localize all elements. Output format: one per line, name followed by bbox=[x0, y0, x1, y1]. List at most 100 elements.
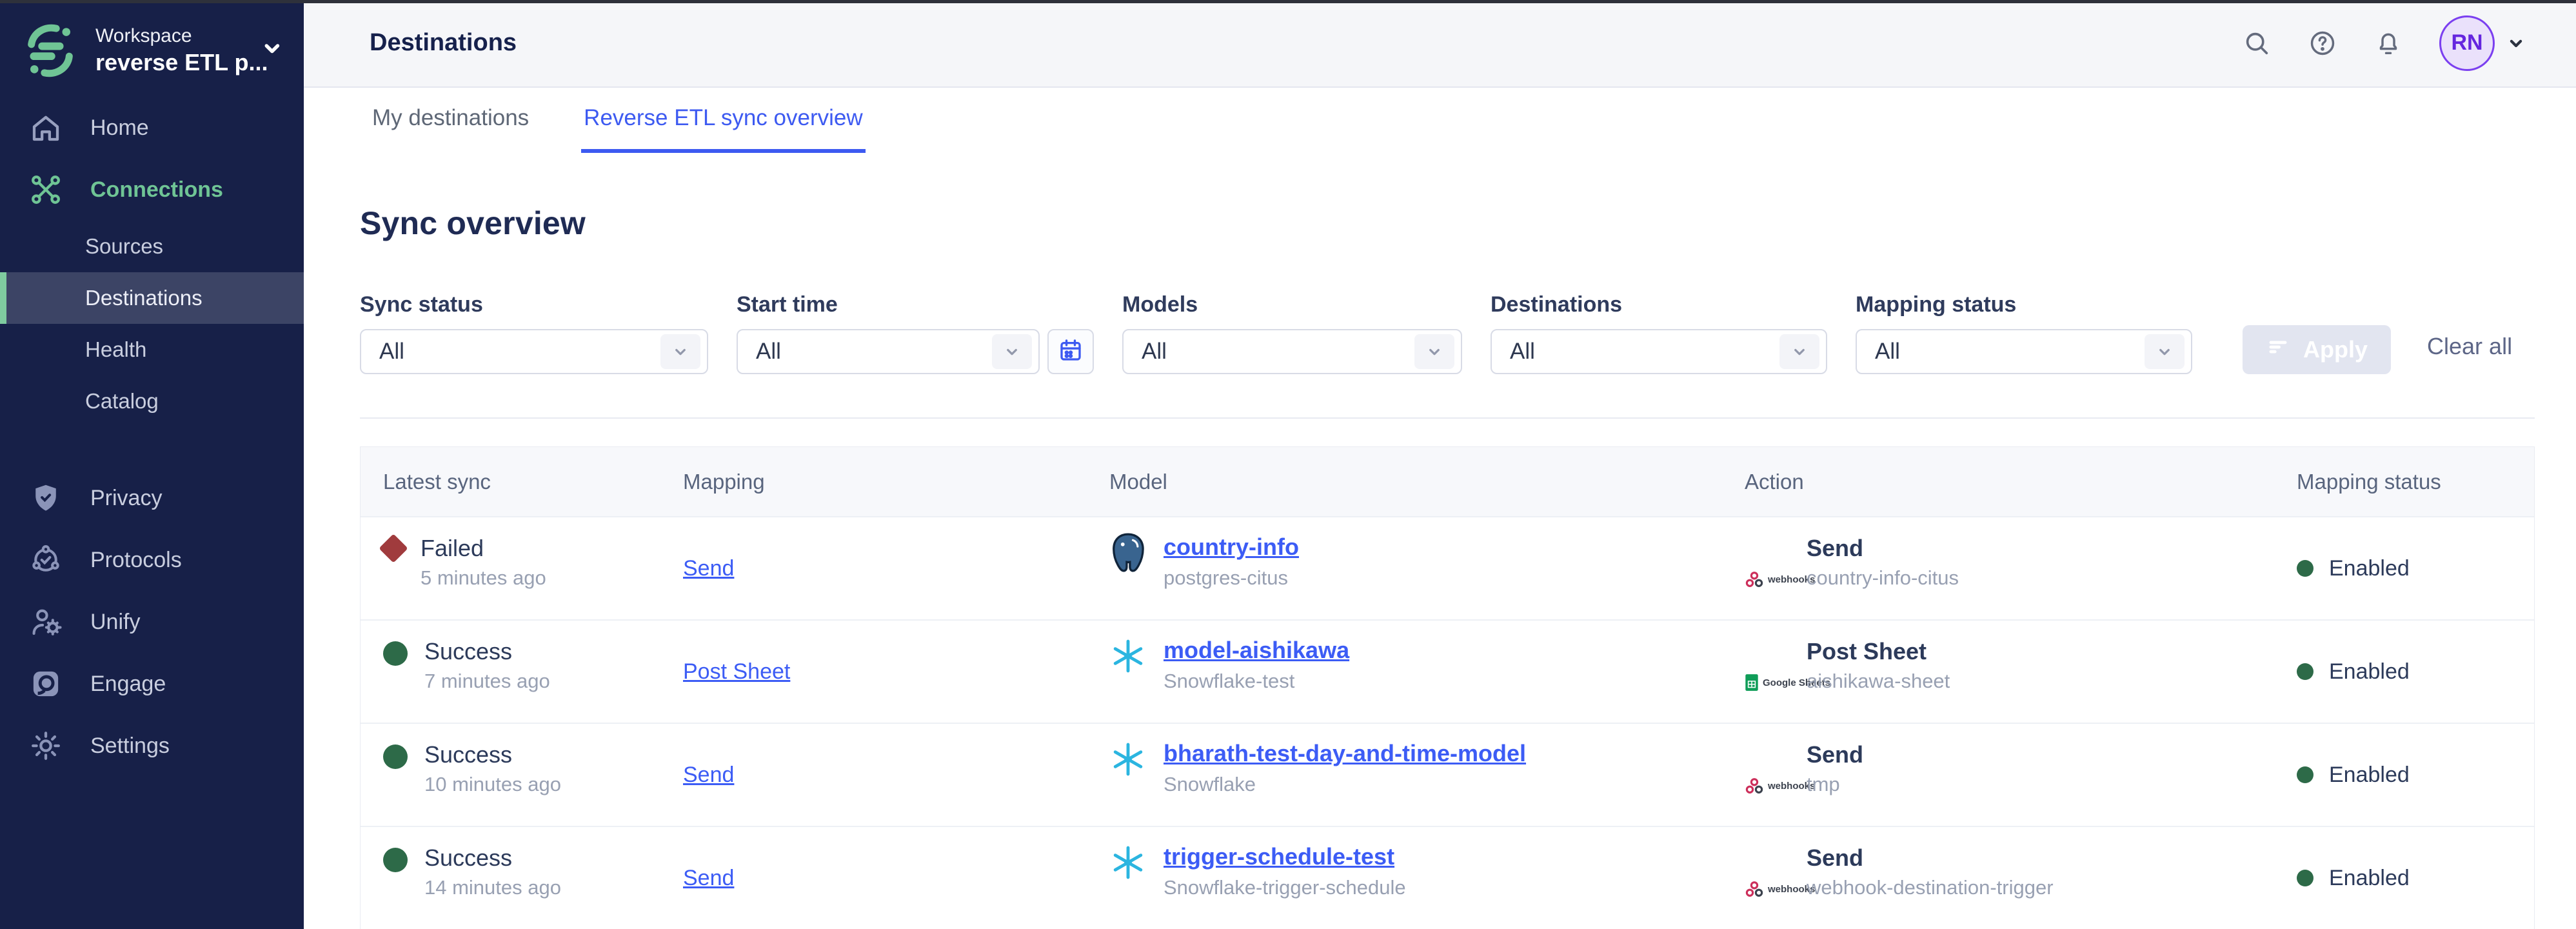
table-row: Success 10 minutes ago Send bharath-test… bbox=[361, 723, 2534, 826]
model-source: Snowflake-test bbox=[1164, 670, 1349, 693]
column-header: Mapping bbox=[660, 470, 1087, 494]
action-title: Send bbox=[1807, 534, 1959, 563]
models-select[interactable]: All bbox=[1122, 329, 1462, 374]
sidebar-item-label: Engage bbox=[90, 672, 166, 697]
sync-time: 14 minutes ago bbox=[424, 876, 561, 899]
start-time-select[interactable]: All bbox=[737, 329, 1040, 374]
sidebar-item-protocols[interactable]: Protocols bbox=[0, 529, 304, 591]
bell-icon[interactable] bbox=[2373, 28, 2403, 58]
sync-status-text: Failed bbox=[421, 534, 546, 563]
workspace-switcher[interactable]: Workspace reverse ETL p... bbox=[0, 0, 304, 94]
sync-time: 10 minutes ago bbox=[424, 773, 561, 796]
apply-button[interactable]: Apply bbox=[2243, 325, 2391, 374]
sidebar-item-label: Destinations bbox=[85, 286, 203, 310]
section-divider bbox=[360, 417, 2535, 419]
help-icon[interactable] bbox=[2308, 28, 2337, 58]
sidebar-item-unify[interactable]: Unify bbox=[0, 591, 304, 653]
webhooks-logo: webhooks bbox=[1745, 746, 1807, 826]
sidebar: Workspace reverse ETL p... Home bbox=[0, 0, 304, 929]
protocols-icon bbox=[28, 543, 63, 577]
chevron-down-icon bbox=[1414, 334, 1454, 369]
webhooks-logo: webhooks bbox=[1745, 849, 1807, 929]
mapping-link[interactable]: Send bbox=[683, 763, 734, 788]
action-destination: aishikawa-sheet bbox=[1807, 670, 1950, 693]
model-link[interactable]: bharath-test-day-and-time-model bbox=[1164, 740, 1526, 766]
filter-icon bbox=[2266, 335, 2290, 365]
sidebar-item-label: Unify bbox=[90, 610, 140, 635]
action-destination: tmp bbox=[1807, 773, 1863, 796]
sync-status-select[interactable]: All bbox=[360, 329, 708, 374]
mapping-link[interactable]: Post Sheet bbox=[683, 659, 790, 684]
sidebar-item-label: Health bbox=[85, 337, 146, 362]
sidebar-item-engage[interactable]: Engage bbox=[0, 653, 304, 715]
success-status-icon bbox=[383, 641, 408, 666]
snowflake-icon bbox=[1109, 841, 1147, 884]
action-title: Post Sheet bbox=[1807, 637, 1950, 666]
connections-icon bbox=[28, 172, 63, 207]
model-link[interactable]: trigger-schedule-test bbox=[1164, 843, 1394, 870]
home-icon bbox=[28, 110, 63, 145]
calendar-button[interactable] bbox=[1047, 329, 1094, 374]
sidebar-item-label: Connections bbox=[90, 177, 223, 203]
model-link[interactable]: model-aishikawa bbox=[1164, 637, 1349, 663]
sidebar-item-health[interactable]: Health bbox=[0, 324, 304, 375]
chevron-down-icon bbox=[1779, 334, 1819, 369]
sidebar-item-label: Settings bbox=[90, 734, 170, 759]
snowflake-icon bbox=[1109, 738, 1147, 781]
mapping-link[interactable]: Send bbox=[683, 866, 734, 891]
chevron-down-icon bbox=[260, 36, 284, 65]
workspace-label: Workspace bbox=[95, 24, 243, 48]
top-bar: Destinations RN bbox=[304, 0, 2576, 88]
table-header-row: Latest sync Mapping Model Action Mapping… bbox=[361, 447, 2534, 516]
calendar-icon bbox=[1057, 337, 1084, 367]
sync-time: 7 minutes ago bbox=[424, 670, 550, 693]
sidebar-item-destinations[interactable]: Destinations bbox=[0, 272, 304, 324]
success-status-icon bbox=[383, 744, 408, 769]
column-header: Latest sync bbox=[361, 470, 660, 494]
mapping-status-text: Enabled bbox=[2329, 556, 2410, 581]
chevron-down-icon bbox=[660, 334, 700, 369]
tab-bar: My destinations Reverse ETL sync overvie… bbox=[304, 88, 2576, 153]
column-header: Mapping status bbox=[2274, 470, 2535, 494]
mapping-status-text: Enabled bbox=[2329, 763, 2410, 788]
mapping-status-text: Enabled bbox=[2329, 659, 2410, 684]
action-destination: webhook-destination-trigger bbox=[1807, 876, 2054, 899]
sidebar-item-privacy[interactable]: Privacy bbox=[0, 467, 304, 529]
clear-all-link[interactable]: Clear all bbox=[2427, 333, 2512, 360]
sidebar-item-sources[interactable]: Sources bbox=[0, 221, 304, 272]
sidebar-item-home[interactable]: Home bbox=[0, 97, 304, 159]
action-title: Send bbox=[1807, 844, 2054, 872]
filter-sync-status: Sync status All bbox=[360, 292, 708, 374]
tab-my-destinations[interactable]: My destinations bbox=[370, 88, 531, 153]
chevron-down-icon bbox=[992, 334, 1032, 369]
sidebar-item-settings[interactable]: Settings bbox=[0, 715, 304, 777]
chevron-down-icon bbox=[2145, 334, 2185, 369]
workspace-name: reverse ETL p... bbox=[95, 48, 243, 77]
account-menu[interactable]: RN bbox=[2439, 15, 2527, 71]
model-link[interactable]: country-info bbox=[1164, 534, 1299, 560]
mapping-status-select[interactable]: All bbox=[1856, 329, 2192, 374]
table-row: Success 7 minutes ago Post Sheet model-a… bbox=[361, 619, 2534, 723]
sidebar-item-connections[interactable]: Connections bbox=[0, 159, 304, 221]
enabled-dot-icon bbox=[2297, 870, 2313, 886]
sidebar-item-label: Home bbox=[90, 115, 149, 141]
google-sheets-logo: Google Sheets bbox=[1745, 643, 1807, 723]
action-title: Send bbox=[1807, 741, 1863, 769]
table-row: Success 14 minutes ago Send trigger-sche… bbox=[361, 826, 2534, 929]
search-icon[interactable] bbox=[2242, 28, 2272, 58]
page-title: Destinations bbox=[370, 29, 517, 57]
mapping-link[interactable]: Send bbox=[683, 556, 734, 581]
avatar[interactable]: RN bbox=[2439, 15, 2495, 71]
gear-icon bbox=[28, 728, 63, 763]
failed-status-icon bbox=[379, 534, 408, 563]
tab-reverse-etl-sync-overview[interactable]: Reverse ETL sync overview bbox=[581, 88, 865, 153]
sidebar-item-label: Sources bbox=[85, 234, 163, 259]
enabled-dot-icon bbox=[2297, 766, 2313, 783]
destinations-select[interactable]: All bbox=[1491, 329, 1827, 374]
filter-start-time: Start time All bbox=[737, 292, 1094, 374]
sync-status-text: Success bbox=[424, 637, 550, 666]
sync-overview-table: Latest sync Mapping Model Action Mapping… bbox=[360, 446, 2535, 929]
sidebar-item-catalog[interactable]: Catalog bbox=[0, 375, 304, 427]
unify-icon bbox=[28, 604, 63, 639]
column-header: Model bbox=[1087, 470, 1722, 494]
